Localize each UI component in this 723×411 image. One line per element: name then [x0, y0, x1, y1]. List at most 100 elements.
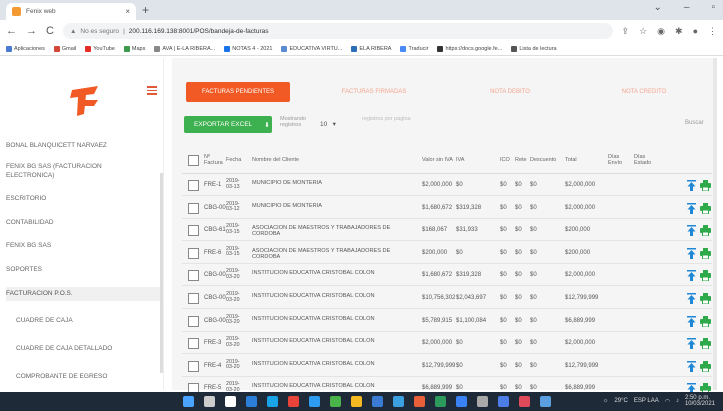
row-checkbox[interactable] [188, 338, 199, 350]
print-icon[interactable] [700, 247, 711, 259]
tab-nota-credito[interactable]: NOTA CREDITO [592, 82, 696, 102]
spotify-icon[interactable] [435, 396, 446, 407]
sidebar-item[interactable]: CONTABILIDAD [6, 219, 164, 226]
print-icon[interactable] [700, 180, 711, 191]
language-indicator[interactable]: ESP LAA [634, 398, 659, 404]
col-desc[interactable]: Descuento [530, 157, 556, 163]
print-icon[interactable] [700, 225, 711, 237]
download-icon[interactable] [687, 360, 696, 372]
row-checkbox[interactable] [188, 293, 199, 304]
explorer-icon[interactable] [351, 396, 362, 407]
star-icon[interactable]: ☆ [639, 26, 647, 37]
menu-icon[interactable]: ⋮ [708, 26, 717, 37]
download-icon[interactable] [687, 293, 696, 304]
download-icon[interactable] [687, 247, 696, 259]
col-valor[interactable]: Valor sin IVA [422, 157, 453, 163]
print-icon[interactable] [700, 338, 711, 350]
sidebar-item[interactable]: FACTURACION P.O.S. [6, 287, 164, 301]
tab-nota-debito[interactable]: NOTA DEBITO [458, 82, 562, 102]
share-icon[interactable]: ⇪ [622, 26, 630, 37]
tab-facturas-firmadas[interactable]: FACTURAS FIRMADAS [322, 82, 426, 102]
wifi-icon[interactable]: ◠ [665, 398, 670, 405]
sidebar-item[interactable]: CUADRE DE CAJA DETALLADO [6, 345, 164, 352]
widgets-icon[interactable] [246, 396, 257, 407]
store-icon[interactable] [330, 396, 341, 407]
select-all-checkbox[interactable] [188, 155, 199, 166]
download-icon[interactable] [687, 202, 696, 214]
weather-icon[interactable]: ☼ [603, 398, 609, 404]
bookmark-item[interactable]: Traducir [400, 45, 428, 52]
sidebar-item[interactable]: COMPROBANTE DE EGRESO [6, 373, 164, 380]
maximize-icon[interactable]: ▫ [711, 2, 715, 13]
row-checkbox[interactable] [188, 247, 199, 259]
bookmark-item[interactable]: YouTube [85, 45, 115, 52]
page-size-select[interactable]: 10 ▾ [320, 120, 336, 128]
row-checkbox[interactable] [188, 180, 199, 191]
word-icon[interactable] [372, 396, 383, 407]
print-icon[interactable] [700, 293, 711, 304]
volume-icon[interactable]: ♪ [676, 398, 679, 404]
download-icon[interactable] [687, 338, 696, 350]
sidebar-item[interactable]: SOPORTES [6, 266, 164, 273]
print-icon[interactable] [700, 315, 711, 327]
app-icon[interactable] [414, 396, 425, 407]
col-dias-estado[interactable]: Días Estado [634, 154, 654, 166]
col-dias-envio[interactable]: Días Envío [608, 154, 626, 166]
download-icon[interactable] [687, 225, 696, 237]
search-icon[interactable] [204, 396, 215, 407]
bookmark-item[interactable]: Gmail [53, 45, 76, 52]
teams-icon[interactable] [498, 396, 509, 407]
bookmark-item[interactable]: ELA RIBERA [351, 45, 391, 52]
col-iva[interactable]: IVA [456, 157, 464, 163]
col-fecha[interactable]: Fecha [226, 157, 241, 163]
col-rete[interactable]: Rete [515, 157, 527, 163]
tab-facturas-pendientes[interactable]: FACTURAS PENDIENTES [186, 82, 290, 102]
edge-icon[interactable] [309, 396, 320, 407]
folder-icon[interactable] [540, 396, 551, 407]
bookmark-item[interactable]: Lista de lectura [511, 45, 557, 52]
sidebar-item[interactable]: ESCRITORIO [6, 195, 164, 202]
task-view-icon[interactable] [225, 396, 236, 407]
sidebar-item[interactable]: FENIX BG SAS [6, 242, 164, 249]
browser-icon[interactable] [456, 396, 467, 407]
new-tab-icon[interactable]: + [142, 3, 149, 17]
reload-icon[interactable]: C [46, 25, 54, 37]
minimize-icon[interactable]: – [684, 2, 690, 13]
download-icon[interactable] [687, 270, 696, 282]
print-icon[interactable] [700, 360, 711, 372]
bookmark-item[interactable]: Aplicaciones [6, 45, 45, 52]
bookmark-item[interactable]: NOTAS 4 - 2021 [224, 45, 272, 52]
chrome-icon[interactable] [519, 396, 530, 407]
print-icon[interactable] [700, 202, 711, 214]
main-scrollbar[interactable] [713, 58, 717, 390]
close-tab-icon[interactable]: × [125, 7, 130, 16]
hamburger-menu-icon[interactable] [147, 86, 157, 97]
browser-tab[interactable]: Fenix web × [6, 3, 136, 20]
settings-icon[interactable] [477, 396, 488, 407]
row-checkbox[interactable] [188, 270, 199, 282]
mail-icon[interactable] [288, 396, 299, 407]
download-icon[interactable] [687, 315, 696, 327]
bookmark-item[interactable]: Maps [123, 45, 145, 52]
puzzle-icon[interactable]: ✱ [675, 26, 683, 37]
search-input[interactable]: Buscar [685, 120, 704, 126]
forward-icon[interactable]: → [26, 25, 37, 37]
outlook-icon[interactable] [393, 396, 404, 407]
download-icon[interactable] [687, 180, 696, 191]
bookmark-item[interactable]: AVA | E-LA RIBERA... [154, 45, 215, 52]
sidebar-scrollbar[interactable] [160, 173, 163, 373]
chat-icon[interactable] [267, 396, 278, 407]
print-icon[interactable] [700, 270, 711, 282]
url-input[interactable]: ▲ No es seguro | 200.116.169.138:8001/PO… [62, 23, 613, 39]
back-icon[interactable]: ← [6, 25, 17, 37]
row-checkbox[interactable] [188, 360, 199, 372]
col-ico[interactable]: ICO [500, 157, 510, 163]
col-total[interactable]: Total [565, 157, 577, 163]
col-num[interactable]: Nº Factura [204, 154, 223, 166]
profile-icon[interactable]: ● [693, 26, 698, 37]
sidebar-item[interactable]: FENIX BG SAS (FACTURACION ELECTRONICA) [6, 162, 136, 180]
extension-icon[interactable]: ◉ [657, 26, 665, 37]
sidebar-item[interactable]: CUADRE DE CAJA [6, 317, 164, 324]
bookmark-item[interactable]: https://docs.google.fe... [437, 45, 502, 52]
windows-start-icon[interactable] [183, 396, 194, 407]
